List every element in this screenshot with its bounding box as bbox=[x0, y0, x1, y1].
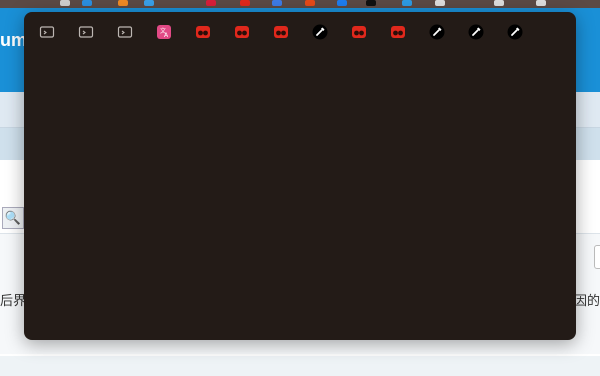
overflow-bookmark-item[interactable] bbox=[78, 24, 117, 40]
bookmark-favicon[interactable] bbox=[337, 0, 347, 6]
tool-icon bbox=[429, 24, 445, 40]
bookmark-favicon[interactable] bbox=[536, 0, 546, 6]
site-logo[interactable]: um bbox=[0, 30, 27, 51]
bookmark-favicon[interactable] bbox=[82, 0, 92, 6]
red-extension-icon bbox=[274, 26, 288, 38]
folder-icon bbox=[117, 26, 133, 38]
page-footer bbox=[0, 354, 600, 376]
folder-icon bbox=[78, 26, 94, 38]
bookmark-favicon[interactable] bbox=[272, 0, 282, 6]
overflow-bookmark-item[interactable] bbox=[117, 24, 156, 40]
search-icon[interactable]: 🔍 bbox=[2, 207, 24, 229]
right-control[interactable] bbox=[594, 245, 600, 269]
overflow-bookmark-item[interactable] bbox=[468, 24, 507, 40]
bookmark-favicon[interactable] bbox=[118, 0, 128, 6]
bookmarks-bar bbox=[0, 0, 600, 8]
bookmark-favicon[interactable] bbox=[402, 0, 412, 6]
bookmark-favicon[interactable] bbox=[494, 0, 504, 6]
bookmark-favicon[interactable] bbox=[60, 0, 70, 6]
red-extension-icon bbox=[352, 26, 366, 38]
tool-icon bbox=[468, 24, 484, 40]
overflow-bookmark-item[interactable] bbox=[312, 24, 351, 40]
red-extension-icon bbox=[235, 26, 249, 38]
overflow-bookmark-item[interactable] bbox=[429, 24, 468, 40]
content-text-left: 后界 bbox=[0, 293, 27, 308]
bookmark-favicon[interactable] bbox=[144, 0, 154, 6]
bookmarks-overflow-menu: 文 A bbox=[24, 12, 576, 340]
tool-icon bbox=[312, 24, 328, 40]
overflow-bookmark-item[interactable] bbox=[507, 24, 546, 40]
bookmark-favicon[interactable] bbox=[240, 0, 250, 6]
folder-icon bbox=[39, 26, 55, 38]
red-extension-icon bbox=[196, 26, 210, 38]
translate-icon: 文 A bbox=[157, 25, 171, 39]
bookmark-favicon[interactable] bbox=[305, 0, 315, 6]
overflow-bookmark-item[interactable] bbox=[234, 24, 273, 40]
bookmark-favicon[interactable] bbox=[366, 0, 376, 6]
overflow-bookmark-item[interactable] bbox=[39, 24, 78, 40]
red-extension-icon bbox=[391, 26, 405, 38]
bookmark-favicon[interactable] bbox=[435, 0, 445, 6]
tool-icon bbox=[507, 24, 523, 40]
overflow-bookmark-item[interactable] bbox=[273, 24, 312, 40]
bookmark-favicon[interactable] bbox=[206, 0, 216, 6]
overflow-bookmark-item[interactable] bbox=[351, 24, 390, 40]
overflow-items: 文 A bbox=[39, 24, 546, 40]
overflow-bookmark-item[interactable] bbox=[195, 24, 234, 40]
overflow-bookmark-item[interactable] bbox=[390, 24, 429, 40]
overflow-bookmark-item[interactable]: 文 A bbox=[156, 24, 195, 40]
